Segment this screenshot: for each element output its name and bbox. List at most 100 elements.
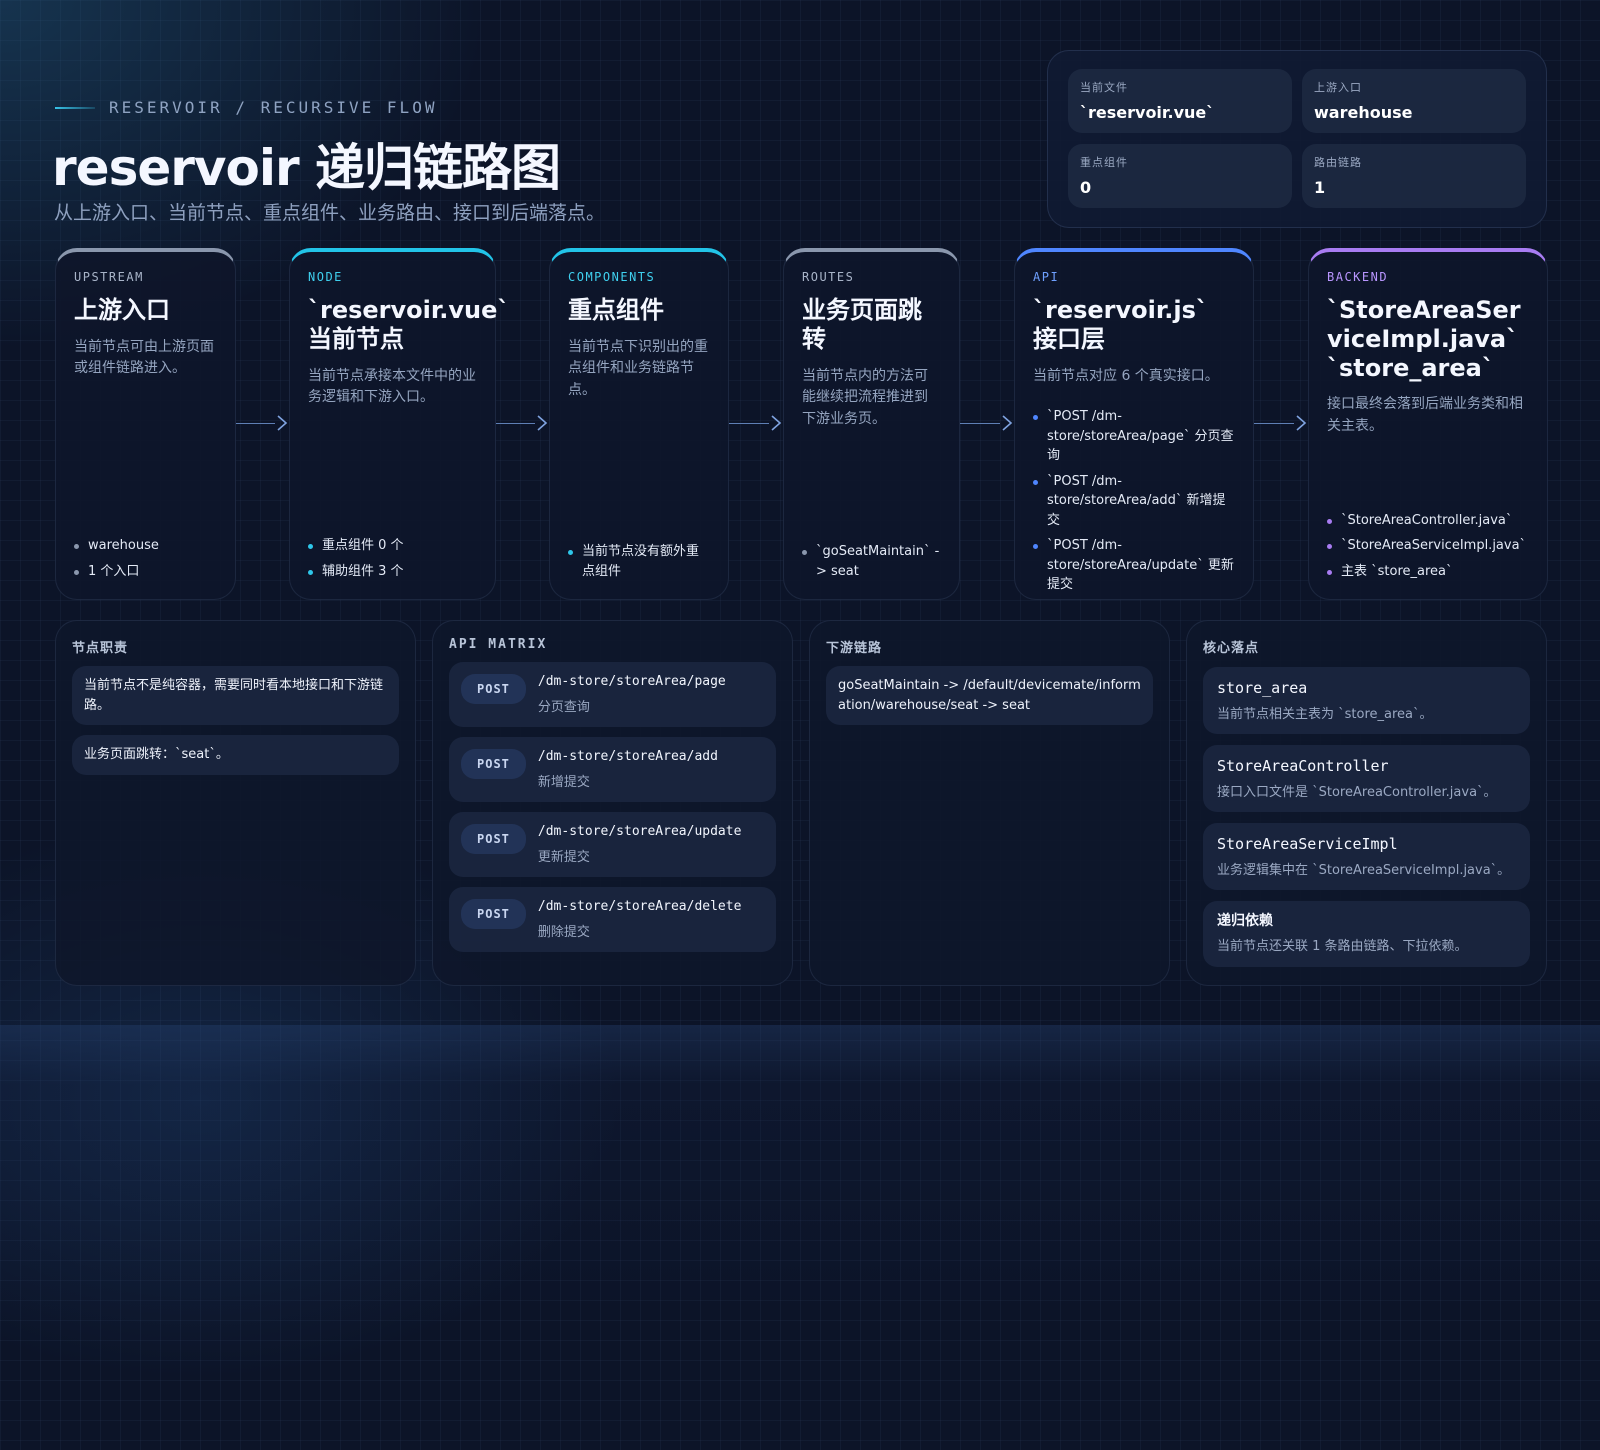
eyebrow-accent-line bbox=[55, 106, 95, 109]
downstream-item: goSeatMaintain -> /default/devicemate/in… bbox=[826, 666, 1153, 725]
card-list: warehouse 1 个入口 bbox=[74, 530, 217, 581]
card-description: 当前节点下识别出的重点组件和业务链路节点。 bbox=[568, 338, 708, 399]
list-item: 当前节点没有额外重点组件 bbox=[568, 542, 710, 581]
core-item-desc: 接口入口文件是 `StoreAreaController.java`。 bbox=[1217, 784, 1497, 800]
core-item: 递归依赖 当前节点还关联 1 条路由链路、下拉依赖。 bbox=[1203, 901, 1530, 967]
list-item: 1 个入口 bbox=[74, 562, 217, 582]
stat-upstream-entry: 上游入口 warehouse bbox=[1302, 69, 1526, 133]
duty-item: 业务页面跳转：`seat`。 bbox=[72, 735, 399, 775]
stat-label: 路由链路 bbox=[1314, 156, 1362, 169]
core-item-desc: 当前节点相关主表为 `store_area`。 bbox=[1217, 706, 1433, 722]
stat-label: 当前文件 bbox=[1080, 81, 1128, 94]
panel-title: 节点职责 bbox=[72, 641, 129, 656]
flow-card-node: NODE `reservoir.vue` 当前节点 当前节点承接本文件中的业务逻… bbox=[289, 248, 510, 600]
card-list: `POST /dm-store/storeArea/page` 分页查询 `PO… bbox=[1033, 401, 1235, 595]
panel-api-matrix: API MATRIX POST /dm-store/storeArea/page… bbox=[432, 620, 793, 986]
page-subtitle: 从上游入口、当前节点、重点组件、业务路由、接口到后端落点。 bbox=[54, 202, 606, 224]
card-list: `goSeatMaintain` -> seat bbox=[802, 536, 941, 581]
stat-current-file: 当前文件 `reservoir.vue` bbox=[1068, 69, 1292, 133]
list-item: `POST /dm-store/storeArea/update` 更新提交 bbox=[1033, 536, 1235, 595]
stat-label: 上游入口 bbox=[1314, 81, 1362, 94]
stat-value: 1 bbox=[1314, 178, 1326, 197]
card-title: 上游入口 bbox=[74, 296, 170, 324]
flow-card-backend: BACKEND `StoreAreaServiceImpl.java` `sto… bbox=[1308, 248, 1548, 600]
duty-item: 当前节点不是纯容器，需要同时看本地接口和下游链路。 bbox=[72, 666, 399, 725]
list-item: `StoreAreaController.java` bbox=[1327, 511, 1529, 531]
card-tag: API bbox=[1033, 270, 1060, 284]
api-row[interactable]: POST /dm-store/storeArea/page 分页查询 bbox=[449, 662, 776, 727]
flow-arrow-icon bbox=[729, 413, 783, 433]
stat-label: 重点组件 bbox=[1080, 156, 1128, 169]
api-desc: 删除提交 bbox=[537, 924, 590, 940]
list-item: `POST /dm-store/storeArea/add` 新增提交 bbox=[1033, 472, 1235, 531]
stat-value: `reservoir.vue` bbox=[1080, 103, 1215, 122]
eyebrow: RESERVOIR / RECURSIVE FLOW bbox=[55, 98, 437, 117]
stat-value: 0 bbox=[1080, 178, 1092, 197]
card-description: 接口最终会落到后端业务类和相关主表。 bbox=[1327, 396, 1523, 435]
card-description: 当前节点承接本文件中的业务逻辑和下游入口。 bbox=[308, 367, 476, 406]
card-title: 业务页面跳转 bbox=[802, 296, 922, 353]
summary-stats-panel: 当前文件 `reservoir.vue` 上游入口 warehouse 重点组件… bbox=[1047, 50, 1547, 228]
card-list: `StoreAreaController.java` `StoreAreaSer… bbox=[1327, 505, 1529, 582]
core-item: StoreAreaServiceImpl 业务逻辑集中在 `StoreAreaS… bbox=[1203, 823, 1530, 890]
flow-card-api: API `reservoir.js` 接口层 当前节点对应 6 个真实接口。 `… bbox=[1014, 248, 1254, 600]
flow-arrow-icon bbox=[236, 413, 289, 433]
api-row[interactable]: POST /dm-store/storeArea/add 新增提交 bbox=[449, 737, 776, 802]
api-path: /dm-store/storeArea/add bbox=[537, 749, 718, 764]
flow-diagram-page: RESERVOIR / RECURSIVE FLOW reservoir 递归链… bbox=[0, 0, 1600, 1030]
panel-title: 核心落点 bbox=[1203, 641, 1260, 656]
api-desc: 新增提交 bbox=[537, 774, 590, 790]
api-path: /dm-store/storeArea/delete bbox=[537, 899, 742, 914]
api-row[interactable]: POST /dm-store/storeArea/delete 删除提交 bbox=[449, 887, 776, 952]
stat-route-links: 路由链路 1 bbox=[1302, 144, 1526, 208]
card-tag: COMPONENTS bbox=[568, 270, 656, 284]
core-item: StoreAreaController 接口入口文件是 `StoreAreaCo… bbox=[1203, 745, 1530, 812]
card-title: `StoreAreaServiceImpl.java` `store_area` bbox=[1327, 296, 1521, 382]
panel-downstream: 下游链路 goSeatMaintain -> /default/devicema… bbox=[809, 620, 1170, 986]
flow-card-routes: ROUTES 业务页面跳转 当前节点内的方法可能继续把流程推进到下游业务页。 `… bbox=[783, 248, 960, 600]
card-tag: BACKEND bbox=[1327, 270, 1389, 284]
panel-node-duty: 节点职责 当前节点不是纯容器，需要同时看本地接口和下游链路。 业务页面跳转：`s… bbox=[55, 620, 416, 986]
api-row[interactable]: POST /dm-store/storeArea/update 更新提交 bbox=[449, 812, 776, 877]
api-path: /dm-store/storeArea/page bbox=[537, 674, 726, 689]
core-item-desc: 业务逻辑集中在 `StoreAreaServiceImpl.java`。 bbox=[1217, 862, 1511, 878]
card-tag: ROUTES bbox=[802, 270, 855, 284]
panel-title: 下游链路 bbox=[826, 641, 883, 656]
page-title: reservoir 递归链路图 bbox=[52, 139, 561, 197]
core-item: store_area 当前节点相关主表为 `store_area`。 bbox=[1203, 667, 1530, 734]
flow-arrow-icon bbox=[1254, 413, 1308, 433]
api-desc: 分页查询 bbox=[537, 699, 590, 715]
card-title: `reservoir.vue` 当前节点 bbox=[308, 296, 510, 353]
flow-card-components: COMPONENTS 重点组件 当前节点下识别出的重点组件和业务链路节点。 当前… bbox=[549, 248, 729, 600]
card-description: 当前节点可由上游页面或组件链路进入。 bbox=[74, 338, 214, 377]
method-badge: POST bbox=[461, 824, 526, 854]
method-badge: POST bbox=[461, 674, 526, 704]
eyebrow-text: RESERVOIR / RECURSIVE FLOW bbox=[109, 98, 438, 117]
panel-core-landing: 核心落点 store_area 当前节点相关主表为 `store_area`。 … bbox=[1186, 620, 1547, 986]
core-item-name: StoreAreaServiceImpl bbox=[1217, 835, 1398, 853]
card-tag: NODE bbox=[308, 270, 343, 284]
list-item: 主表 `store_area` bbox=[1327, 562, 1529, 582]
card-title: 重点组件 bbox=[568, 296, 664, 324]
card-description: 当前节点对应 6 个真实接口。 bbox=[1033, 367, 1219, 384]
stat-key-components: 重点组件 0 bbox=[1068, 144, 1292, 208]
card-tag: UPSTREAM bbox=[74, 270, 144, 284]
core-item-name: StoreAreaController bbox=[1217, 757, 1389, 775]
card-description: 当前节点内的方法可能继续把流程推进到下游业务页。 bbox=[802, 367, 928, 427]
method-badge: POST bbox=[461, 899, 526, 929]
api-path: /dm-store/storeArea/update bbox=[537, 824, 742, 839]
list-item: 重点组件 0 个 bbox=[308, 536, 477, 556]
core-item-name: store_area bbox=[1217, 679, 1308, 697]
method-badge: POST bbox=[461, 749, 526, 779]
flow-card-upstream: UPSTREAM 上游入口 当前节点可由上游页面或组件链路进入。 warehou… bbox=[55, 248, 236, 600]
list-item: `goSeatMaintain` -> seat bbox=[802, 542, 941, 581]
card-list: 当前节点没有额外重点组件 bbox=[568, 536, 710, 581]
flow-arrow-icon bbox=[496, 413, 549, 433]
panel-title: API MATRIX bbox=[449, 637, 548, 652]
card-title: `reservoir.js` 接口层 bbox=[1033, 296, 1208, 353]
core-item-name: 递归依赖 bbox=[1217, 913, 1273, 929]
stat-value: warehouse bbox=[1314, 103, 1413, 122]
flow-arrow-icon bbox=[960, 413, 1014, 433]
list-item: 辅助组件 3 个 bbox=[308, 562, 477, 582]
core-item-desc: 当前节点还关联 1 条路由链路、下拉依赖。 bbox=[1217, 939, 1468, 954]
